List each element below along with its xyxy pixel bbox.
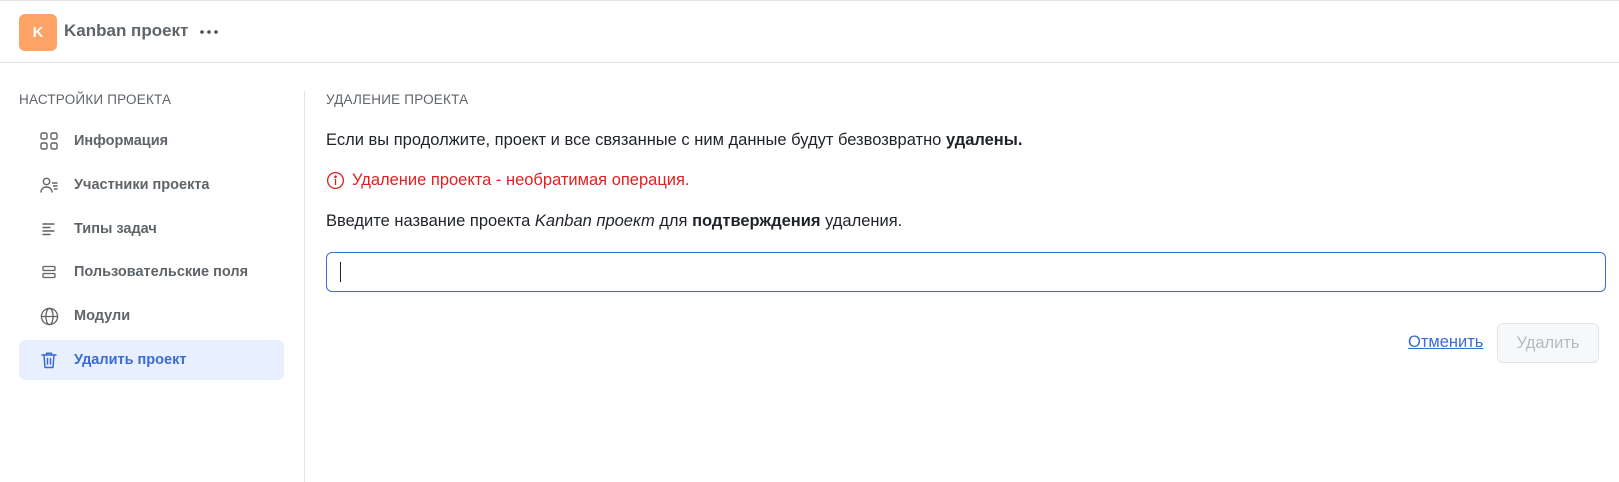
- delete-description-bold: удалены.: [945, 131, 1023, 149]
- confirm-instruction-end: удаления.: [820, 212, 903, 230]
- sidebar-item-label: Модули: [74, 308, 131, 324]
- sidebar-divider: [304, 91, 305, 482]
- section-heading: УДАЛЕНИЕ ПРОЕКТА: [326, 92, 469, 107]
- sidebar-heading: НАСТРОЙКИ ПРОЕКТА: [19, 92, 172, 107]
- cancel-button[interactable]: Отменить: [1408, 333, 1483, 352]
- sidebar-item-label: Участники проекта: [74, 177, 210, 193]
- project-name-confirm-input[interactable]: [326, 252, 1606, 292]
- settings-sidebar: НАСТРОЙКИ ПРОЕКТА Информация Участники п…: [0, 63, 304, 482]
- delete-button[interactable]: Удалить: [1497, 323, 1599, 363]
- project-avatar[interactable]: K: [19, 14, 57, 51]
- grid-icon: [39, 131, 59, 151]
- globe-icon: [39, 306, 59, 326]
- warning-message: Удаление проекта - необратимая операция.: [326, 171, 690, 190]
- sidebar-item-modules[interactable]: Модули: [19, 296, 284, 336]
- sidebar-item-task-types[interactable]: Типы задач: [19, 209, 284, 249]
- members-icon: [39, 175, 59, 195]
- sidebar-item-label: Информация: [74, 133, 169, 149]
- confirm-instruction: Введите название проекта Kanban проект д…: [326, 212, 902, 231]
- sidebar-item-custom-fields[interactable]: Пользовательские поля: [19, 252, 284, 292]
- delete-description: Если вы продолжите, проект и все связанн…: [326, 131, 1022, 150]
- app-header: K Kanban проект: [0, 1, 1619, 63]
- sidebar-item-members[interactable]: Участники проекта: [19, 165, 284, 205]
- project-title[interactable]: Kanban проект: [64, 21, 188, 41]
- sidebar-item-delete-project[interactable]: Удалить проект: [19, 340, 284, 380]
- info-circle-icon: [326, 171, 345, 190]
- confirm-instruction-bold: подтверждения: [692, 212, 821, 230]
- confirm-instruction-middle: для: [654, 212, 693, 230]
- project-name-emphasis: Kanban проект: [534, 212, 655, 230]
- sidebar-item-label: Удалить проект: [74, 352, 187, 368]
- fields-icon: [39, 262, 59, 282]
- lines-icon: [39, 219, 59, 239]
- sidebar-item-label: Пользовательские поля: [74, 264, 249, 280]
- sidebar-item-label: Типы задач: [74, 221, 157, 237]
- sidebar-item-info[interactable]: Информация: [19, 121, 284, 161]
- confirm-instruction-start: Введите название проекта: [326, 212, 535, 230]
- trash-icon: [39, 350, 59, 370]
- ellipsis-icon[interactable]: [198, 20, 220, 44]
- delete-description-text: Если вы продолжите, проект и все связанн…: [326, 131, 946, 149]
- text-caret: [340, 262, 341, 282]
- warning-text: Удаление проекта - необратимая операция.: [352, 171, 690, 189]
